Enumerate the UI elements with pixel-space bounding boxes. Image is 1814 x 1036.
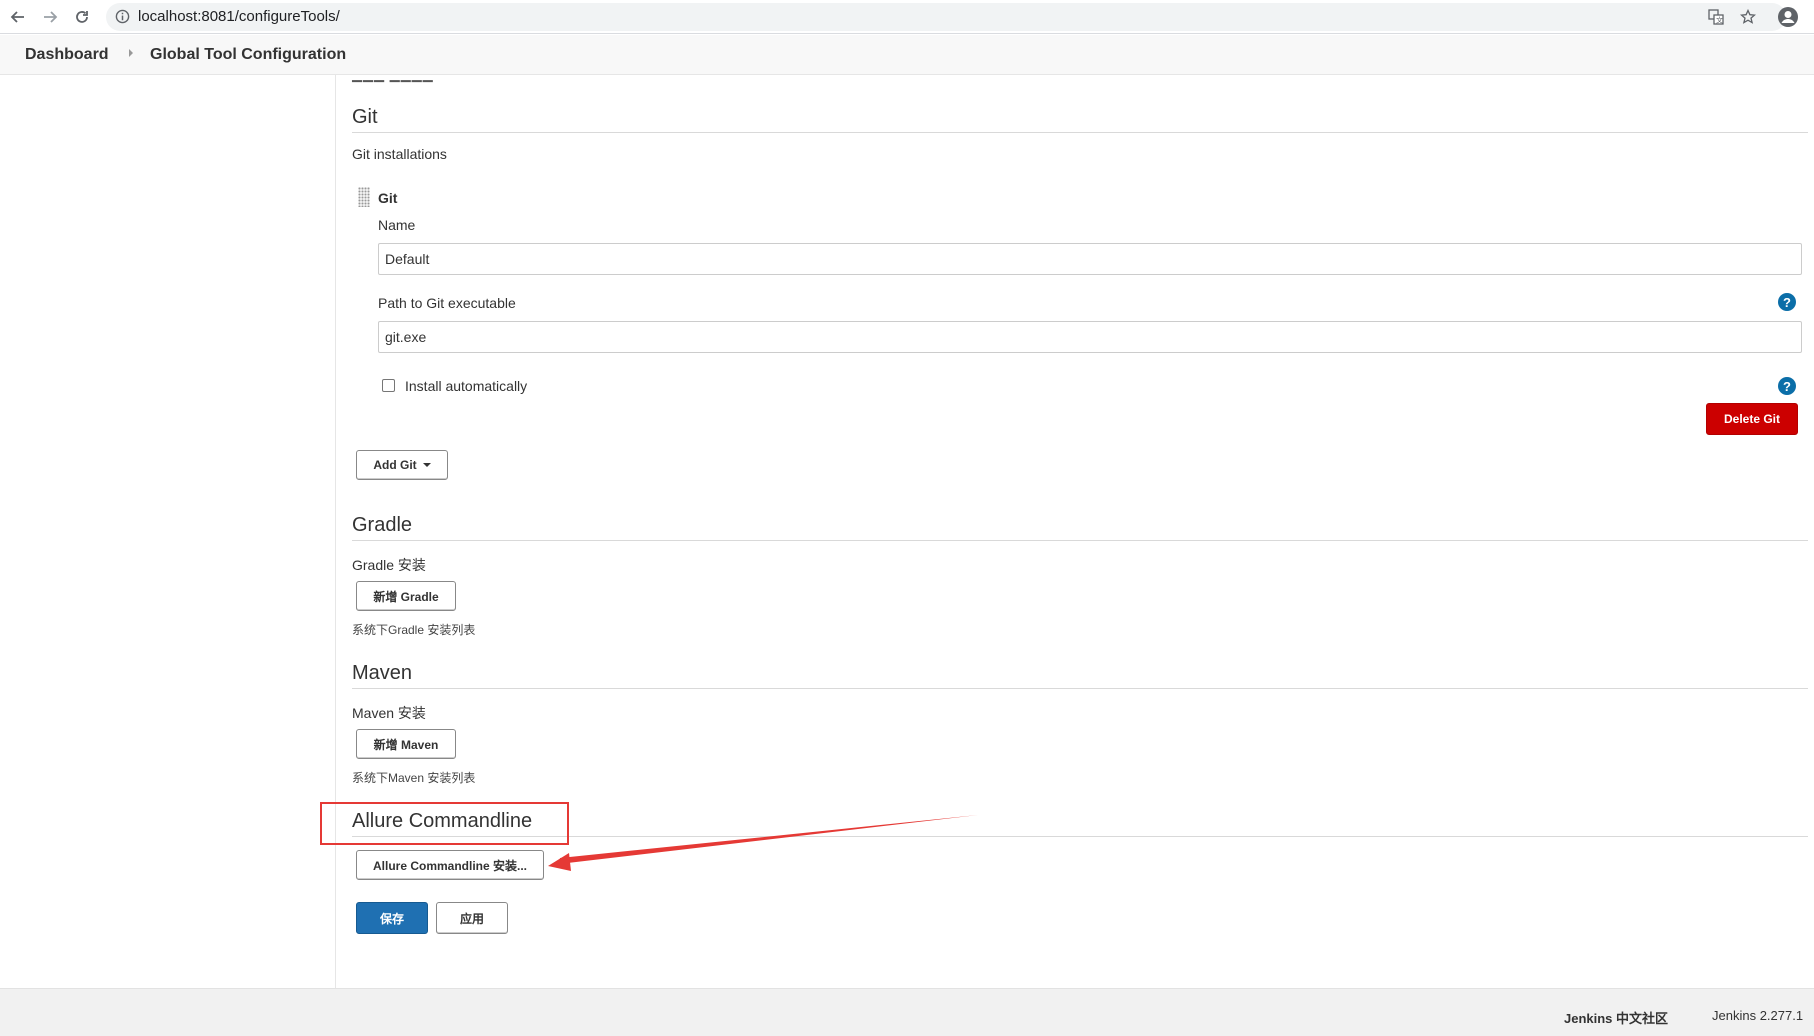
footer-community-link[interactable]: Jenkins 中文社区 xyxy=(1564,1008,1668,1027)
add-git-label: Add Git xyxy=(373,458,416,472)
apply-label: 应用 xyxy=(460,910,484,927)
maven-section-heading: Maven xyxy=(352,662,1808,689)
breadcrumb-separator-icon[interactable] xyxy=(129,49,133,57)
add-gradle-label: 新增 Gradle xyxy=(373,588,438,605)
address-bar[interactable]: localhost:8081/configureTools/ xyxy=(106,3,1786,31)
git-name-label: Name xyxy=(378,217,415,233)
forward-arrow-icon[interactable] xyxy=(38,5,62,29)
caret-down-icon xyxy=(423,463,431,467)
page-footer: Jenkins 中文社区 Jenkins 2.277.1 xyxy=(0,988,1814,1036)
svg-text:文: 文 xyxy=(1716,16,1723,25)
translate-icon[interactable]: 文 xyxy=(1704,5,1728,29)
gradle-install-label: Gradle 安装 xyxy=(352,555,426,575)
star-icon[interactable] xyxy=(1736,5,1760,29)
install-automatically-label: Install automatically xyxy=(405,378,527,394)
allure-install-label: Allure Commandline 安装... xyxy=(373,857,527,874)
save-label: 保存 xyxy=(380,910,404,927)
side-panel xyxy=(0,75,336,988)
git-installations-label: Git installations xyxy=(352,146,447,162)
breadcrumb-dashboard[interactable]: Dashboard xyxy=(25,46,109,64)
back-arrow-icon[interactable] xyxy=(6,5,30,29)
profile-icon[interactable] xyxy=(1776,5,1800,29)
drag-handle-icon[interactable] xyxy=(358,187,370,207)
apply-button[interactable]: 应用 xyxy=(436,902,508,934)
delete-git-label: Delete Git xyxy=(1724,412,1780,426)
git-section-heading: Git xyxy=(352,106,1808,133)
git-path-input[interactable] xyxy=(378,321,1802,353)
add-gradle-button[interactable]: 新增 Gradle xyxy=(356,581,456,611)
maven-install-label: Maven 安装 xyxy=(352,703,426,723)
info-icon[interactable] xyxy=(115,9,130,29)
add-maven-button[interactable]: 新增 Maven xyxy=(356,729,456,759)
annotation-highlight-box xyxy=(320,802,569,845)
allure-install-button[interactable]: Allure Commandline 安装... xyxy=(356,850,544,880)
delete-git-button[interactable]: Delete Git xyxy=(1706,403,1798,435)
save-button[interactable]: 保存 xyxy=(356,902,428,934)
git-item-title: Git xyxy=(378,190,397,206)
main-content: ▁▁▁ ▁▁▁▁ Git Git installations Git Name … xyxy=(352,75,1814,988)
gradle-description: 系统下Gradle 安装列表 xyxy=(352,621,475,638)
allure-section-heading: Allure Commandline xyxy=(352,810,1808,837)
install-automatically-checkbox[interactable] xyxy=(382,379,395,392)
add-maven-label: 新增 Maven xyxy=(374,736,439,753)
add-git-button[interactable]: Add Git xyxy=(356,450,448,480)
clipped-text: ▁▁▁ ▁▁▁▁ xyxy=(352,67,434,83)
footer-version-link[interactable]: Jenkins 2.277.1 xyxy=(1712,1008,1803,1023)
breadcrumb-current[interactable]: Global Tool Configuration xyxy=(150,46,346,64)
breadcrumb: Dashboard Global Tool Configuration xyxy=(0,35,1814,75)
browser-toolbar: localhost:8081/configureTools/ 文 xyxy=(0,0,1814,34)
help-icon[interactable]: ? xyxy=(1778,293,1796,311)
gradle-section-heading: Gradle xyxy=(352,514,1808,541)
url-text: localhost:8081/configureTools/ xyxy=(138,8,340,25)
git-name-input[interactable] xyxy=(378,243,1802,275)
git-path-label: Path to Git executable xyxy=(378,295,516,311)
maven-description: 系统下Maven 安装列表 xyxy=(352,769,475,786)
reload-icon[interactable] xyxy=(70,5,94,29)
help-icon[interactable]: ? xyxy=(1778,377,1796,395)
